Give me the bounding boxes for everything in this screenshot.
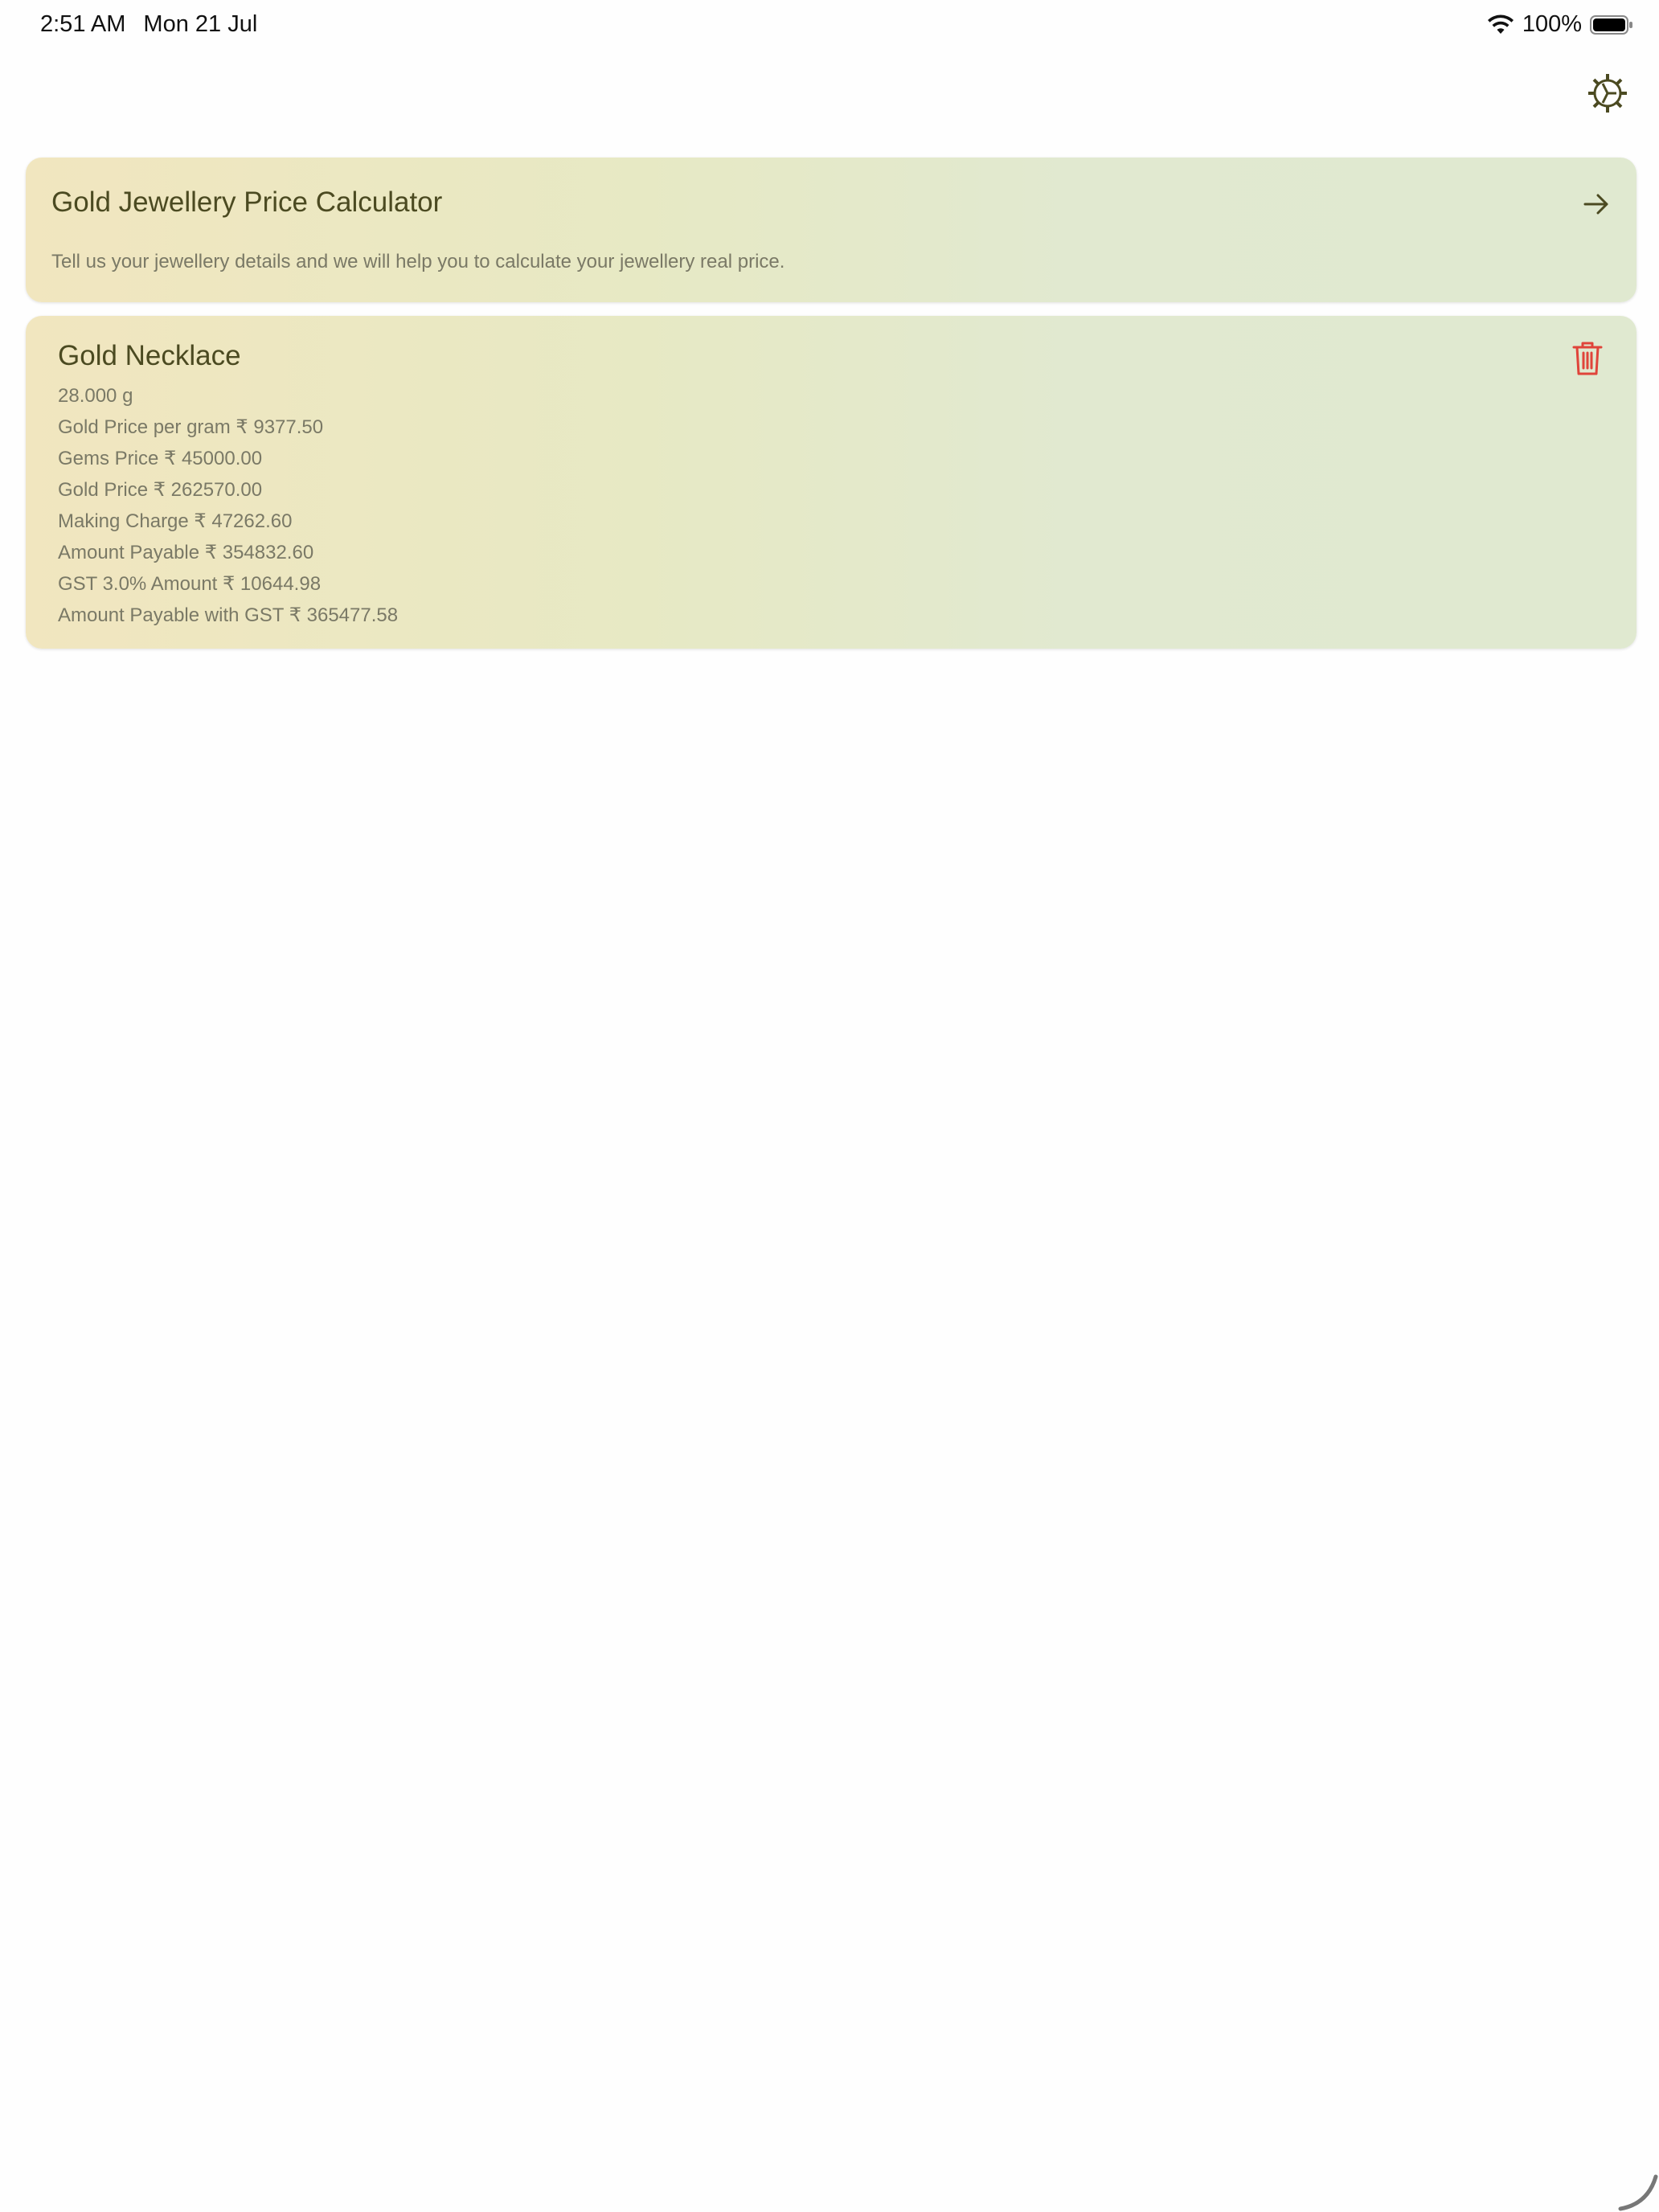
item-title: Gold Necklace [58,340,241,371]
settings-button[interactable] [1585,71,1630,116]
calculator-title: Gold Jewellery Price Calculator [51,186,443,218]
item-gst-amount: GST 3.0% Amount ₹ 10644.98 [58,573,322,595]
battery-icon [1590,14,1632,35]
trash-icon[interactable] [1571,340,1604,377]
gear-icon [1588,74,1627,113]
status-time: 2:51 AM [40,11,126,37]
scroll-indicator [1618,2174,1658,2211]
status-left: 2:51 AM Mon 21 Jul [40,11,257,38]
battery-percent: 100% [1522,11,1582,37]
arrow-right-icon[interactable] [1580,188,1612,220]
jewellery-item-card: Gold Necklace 28.000 g Gold Price per gr… [26,316,1636,649]
item-weight: 28.000 g [58,385,133,407]
calculator-card[interactable]: Gold Jewellery Price Calculator Tell us … [26,158,1636,302]
item-gold-price-per-gram: Gold Price per gram ₹ 9377.50 [58,416,324,438]
status-right: 100% [1487,11,1633,38]
item-amount-payable: Amount Payable ₹ 354832.60 [58,542,314,563]
item-gems-price: Gems Price ₹ 45000.00 [58,448,263,469]
wifi-icon [1487,14,1514,34]
screen: 2:51 AM Mon 21 Jul 100% Gold Jewellery P… [0,0,1659,2212]
calculator-subtitle: Tell us your jewellery details and we wi… [51,251,785,272]
status-date: Mon 21 Jul [143,11,258,37]
status-bar: 2:51 AM Mon 21 Jul 100% [0,0,1659,53]
item-amount-with-gst: Amount Payable with GST ₹ 365477.58 [58,604,399,626]
item-gold-price: Gold Price ₹ 262570.00 [58,479,263,501]
item-details: 28.000 g Gold Price per gram ₹ 9377.50 G… [58,380,398,631]
item-making-charge: Making Charge ₹ 47262.60 [58,510,293,532]
